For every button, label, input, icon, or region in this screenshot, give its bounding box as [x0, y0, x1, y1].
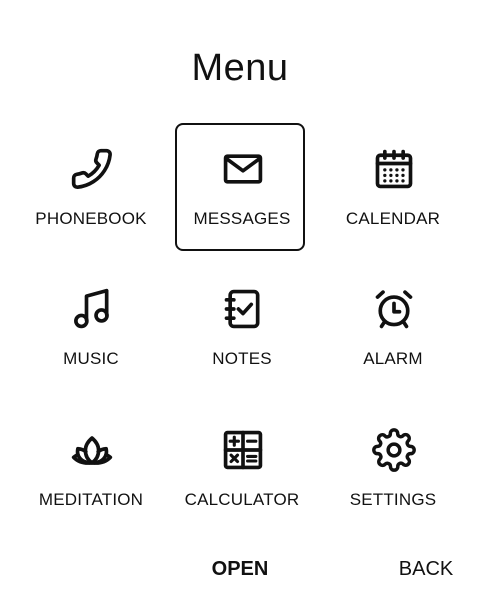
- gear-icon: [372, 428, 416, 472]
- lotus-icon: [70, 428, 114, 472]
- menu-item-label: ALARM: [363, 349, 423, 368]
- calculator-icon: [221, 428, 265, 472]
- notepad-check-icon: [221, 287, 265, 331]
- menu-item-settings[interactable]: SETTINGS: [326, 404, 456, 532]
- menu-item-messages[interactable]: MESSAGES: [175, 123, 305, 251]
- open-softkey[interactable]: OPEN: [180, 556, 300, 582]
- menu-item-label: CALENDAR: [345, 209, 441, 228]
- menu-item-label: MEDITATION: [38, 490, 144, 509]
- page-title: Menu: [191, 47, 289, 89]
- music-note-icon: [70, 287, 114, 331]
- back-softkey[interactable]: BACK: [386, 556, 466, 582]
- menu-item-label: MUSIC: [63, 349, 119, 368]
- menu-item-calculator[interactable]: CALCULATOR: [175, 404, 305, 532]
- menu-item-alarm[interactable]: ALARM: [326, 263, 456, 391]
- menu-item-label: CALCULATOR: [184, 490, 300, 509]
- menu-item-meditation[interactable]: MEDITATION: [24, 404, 154, 532]
- menu-grid: PHONEBOOK MESSAGES CALENDAR MUSIC NOTES …: [24, 123, 456, 533]
- menu-item-music[interactable]: MUSIC: [24, 263, 154, 391]
- menu-item-label: PHONEBOOK: [35, 209, 147, 228]
- phone-icon: [70, 147, 114, 191]
- menu-item-notes[interactable]: NOTES: [175, 263, 305, 391]
- menu-item-phonebook[interactable]: PHONEBOOK: [24, 123, 154, 251]
- menu-item-label: NOTES: [212, 349, 272, 368]
- alarm-clock-icon: [372, 287, 416, 331]
- menu-item-calendar[interactable]: CALENDAR: [326, 123, 456, 251]
- envelope-icon: [221, 147, 265, 191]
- menu-item-label: SETTINGS: [349, 490, 437, 509]
- menu-item-label: MESSAGES: [193, 209, 291, 228]
- calendar-icon: [372, 147, 416, 191]
